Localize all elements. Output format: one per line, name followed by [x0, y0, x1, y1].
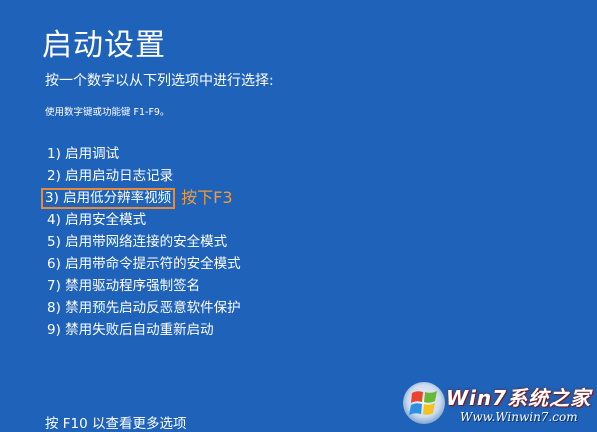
- boot-settings-screen: 启动设置 按一个数字以从下列选项中进行选择: 使用数字键或功能键 F1-F9。 …: [0, 0, 597, 432]
- windows-flag-icon: [403, 382, 445, 424]
- option-enable-low-resolution-video[interactable]: 3) 启用低分辨率视频 按下F3: [41, 187, 243, 209]
- option-enable-boot-logging[interactable]: 2) 启用启动日志记录: [45, 165, 243, 187]
- option-label: 4) 启用安全模式: [47, 212, 147, 228]
- instructions-text: 按一个数字以从下列选项中进行选择:: [45, 73, 274, 89]
- option-label: 8) 禁用预先启动反恶意软件保护: [47, 300, 241, 316]
- watermark-brand: Win7系统之家: [446, 386, 592, 410]
- startup-options-list: 1) 启用调试 2) 启用启动日志记录 3) 启用低分辨率视频 按下F3 4) …: [41, 143, 243, 341]
- option-disable-early-antimalware[interactable]: 8) 禁用预先启动反恶意软件保护: [45, 297, 243, 319]
- option-label: 6) 启用带命令提示符的安全模式: [47, 256, 241, 272]
- watermark-logo: Win7系统之家 Www.Winwin7.com: [398, 376, 597, 432]
- option-safe-mode-networking[interactable]: 5) 启用带网络连接的安全模式: [45, 231, 243, 253]
- watermark-url: Www.Winwin7.com: [460, 410, 578, 424]
- option-label: 3) 启用低分辨率视频: [41, 187, 176, 209]
- option-label: 7) 禁用驱动程序强制签名: [47, 278, 201, 294]
- key-hint-text: 使用数字键或功能键 F1-F9。: [45, 107, 170, 118]
- option-disable-auto-restart[interactable]: 9) 禁用失败后自动重新启动: [45, 319, 243, 341]
- option-label: 5) 启用带网络连接的安全模式: [47, 234, 228, 250]
- press-f3-annotation: 按下F3: [181, 188, 233, 207]
- option-enable-safe-mode[interactable]: 4) 启用安全模式: [45, 209, 243, 231]
- more-options-hint: 按 F10 以查看更多选项: [45, 416, 187, 432]
- option-label: 2) 启用启动日志记录: [47, 168, 174, 184]
- option-label: 1) 启用调试: [47, 146, 120, 162]
- option-safe-mode-command-prompt[interactable]: 6) 启用带命令提示符的安全模式: [45, 253, 243, 275]
- option-disable-driver-signature[interactable]: 7) 禁用驱动程序强制签名: [45, 275, 243, 297]
- option-label: 9) 禁用失败后自动重新启动: [47, 322, 214, 338]
- page-title: 启动设置: [42, 28, 166, 63]
- option-enable-debugging[interactable]: 1) 启用调试: [45, 143, 243, 165]
